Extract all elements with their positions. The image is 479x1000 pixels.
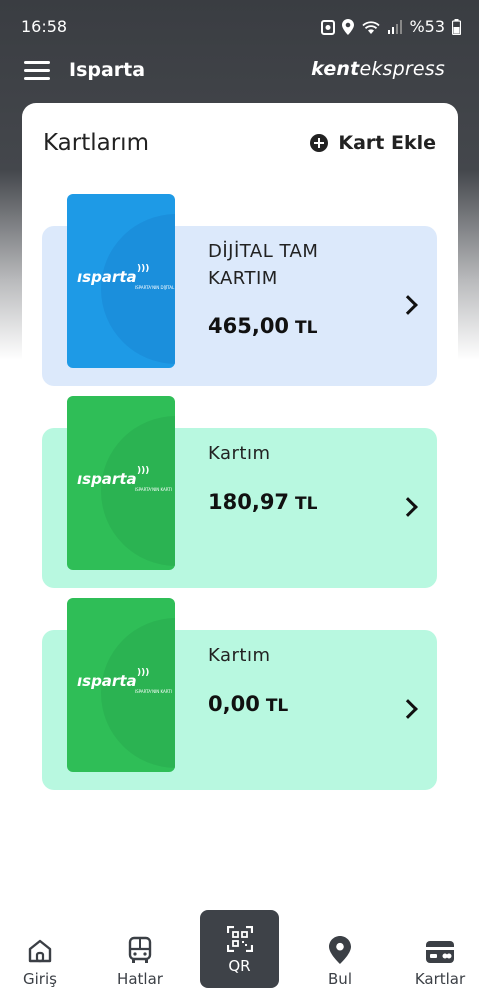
notification-icon xyxy=(321,19,336,35)
nav-item-home[interactable]: Giriş xyxy=(14,932,66,988)
contactless-icon: ))) xyxy=(137,466,150,476)
contactless-icon: ))) xyxy=(137,668,150,678)
add-card-label: Kart Ekle xyxy=(338,132,436,154)
card-name-line1: DİJİTAL TAM xyxy=(208,241,319,262)
card-balance: 180,97 TL xyxy=(208,490,317,514)
brand-logo-bold: kent xyxy=(311,58,360,80)
nav-label-find: Bul xyxy=(328,970,352,988)
card-subtext: ISPARTA'NIN KARTI xyxy=(135,487,172,492)
nav-label-cards: Kartlar xyxy=(414,970,466,988)
bus-icon xyxy=(110,932,170,964)
kentekspress-logo: kentekspress xyxy=(311,58,445,80)
balance-amount: 180,97 xyxy=(208,490,290,514)
card-logo: ısparta ))) ISPARTA'NIN KARTI xyxy=(77,466,172,492)
balance-currency: TL xyxy=(265,696,289,716)
card-image: ısparta ))) ISPARTA'NIN DİJİTAL KARTI xyxy=(67,194,175,368)
card-logo: ısparta ))) ISPARTA'NIN DİJİTAL KARTI xyxy=(77,264,175,290)
status-time: 16:58 xyxy=(21,17,68,36)
add-card-button[interactable]: Kart Ekle xyxy=(310,132,436,154)
page-title: Kartlarım xyxy=(43,130,149,156)
hamburger-menu-icon[interactable] xyxy=(24,61,50,81)
card-subtext: ISPARTA'NIN DİJİTAL KARTI xyxy=(135,285,175,290)
nav-label-lines: Hatlar xyxy=(117,970,163,988)
qr-button[interactable]: QR xyxy=(200,910,279,988)
card-balance: 465,00 TL xyxy=(208,314,317,338)
card-name: Kartım xyxy=(208,443,271,464)
card-item[interactable]: ısparta ))) ISPARTA'NIN DİJİTAL KARTI Dİ… xyxy=(42,194,437,386)
signal-icon xyxy=(388,19,403,34)
card-brand: ısparta xyxy=(77,268,137,286)
nav-item-cards[interactable]: Kartlar xyxy=(410,932,470,988)
card-name: Kartım xyxy=(208,645,271,666)
bottom-nav: Giriş Hatlar QR Bul Kartlar xyxy=(0,910,479,1000)
card-item[interactable]: ısparta ))) ISPARTA'NIN KARTI Kartım 0,0… xyxy=(42,598,437,790)
add-circle-icon xyxy=(310,134,329,152)
brand-logo-rest: ekspress xyxy=(359,58,445,80)
nav-label-home: Giriş xyxy=(23,970,57,988)
card-name-line2: KARTIM xyxy=(208,268,278,289)
map-pin-icon xyxy=(320,932,360,964)
card-image: ısparta ))) ISPARTA'NIN KARTI xyxy=(67,396,175,570)
cards-panel: Kartlarım Kart Ekle ısparta ))) ISPARTA'… xyxy=(22,103,458,910)
battery-icon xyxy=(452,18,461,35)
contactless-icon: ))) xyxy=(137,264,150,274)
home-icon xyxy=(14,932,66,964)
balance-amount: 0,00 xyxy=(208,692,260,716)
wifi-icon xyxy=(362,20,381,34)
card-item[interactable]: ısparta ))) ISPARTA'NIN KARTI Kartım 180… xyxy=(42,396,437,588)
nav-label-qr: QR xyxy=(228,957,251,975)
location-icon xyxy=(342,18,355,35)
status-icons: %53 xyxy=(321,17,461,36)
card-logo: ısparta ))) ISPARTA'NIN KARTI xyxy=(77,668,172,694)
card-brand: ısparta xyxy=(77,672,137,690)
card-name: DİJİTAL TAM KARTIM xyxy=(208,238,318,292)
battery-percent: %53 xyxy=(409,17,445,36)
card-icon xyxy=(410,932,470,964)
card-balance: 0,00 TL xyxy=(208,692,288,716)
qr-scan-icon xyxy=(200,910,279,952)
status-bar: 16:58 %53 xyxy=(0,0,479,54)
app-header: Isparta kentekspress xyxy=(0,54,479,94)
balance-amount: 465,00 xyxy=(208,314,290,338)
balance-currency: TL xyxy=(295,318,318,338)
nav-item-lines[interactable]: Hatlar xyxy=(110,932,170,988)
card-subtext: ISPARTA'NIN KARTI xyxy=(135,689,172,694)
chevron-right-icon[interactable] xyxy=(398,699,418,719)
nav-item-find[interactable]: Bul xyxy=(320,932,360,988)
card-image: ısparta ))) ISPARTA'NIN KARTI xyxy=(67,598,175,772)
chevron-right-icon[interactable] xyxy=(398,295,418,315)
city-title[interactable]: Isparta xyxy=(69,59,145,81)
balance-currency: TL xyxy=(295,494,318,514)
chevron-right-icon[interactable] xyxy=(398,497,418,517)
card-brand: ısparta xyxy=(77,470,137,488)
